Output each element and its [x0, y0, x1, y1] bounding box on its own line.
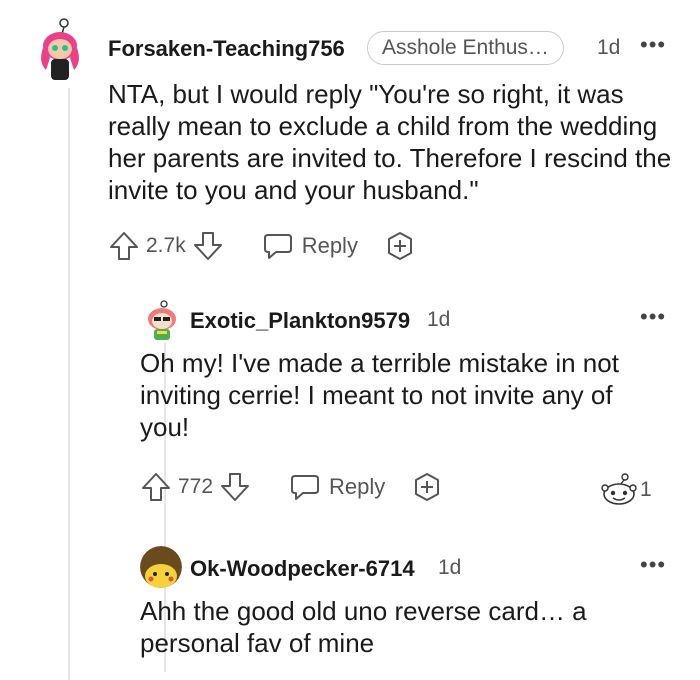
comment-body: Ahh the good old uno reverse card… a per… — [140, 596, 587, 658]
upvote-icon[interactable] — [108, 230, 140, 262]
add-award-icon[interactable] — [384, 230, 416, 262]
avatar[interactable] — [34, 18, 86, 80]
reply-label: Reply — [301, 233, 358, 258]
reply-label: Reply — [329, 474, 386, 499]
avatar-image — [140, 546, 182, 588]
award-display[interactable]: 1 — [600, 473, 658, 507]
username[interactable]: Forsaken-Teaching756 — [108, 36, 345, 62]
award-count: 1 — [640, 478, 652, 501]
timestamp: 1d — [597, 36, 621, 59]
comment-actions: 772 Reply — [140, 471, 443, 503]
more-options-icon[interactable]: ••• — [640, 306, 666, 328]
speech-bubble-icon — [262, 231, 294, 261]
comment-actions: 2.7k Reply — [108, 230, 416, 262]
comment-body: Oh my! I've made a terrible mistake in n… — [140, 348, 619, 442]
reply-button[interactable]: Reply — [262, 231, 358, 261]
vote-count: 772 — [178, 475, 214, 498]
timestamp: 1d — [438, 556, 462, 579]
upvote-icon[interactable] — [140, 471, 172, 503]
more-options-icon[interactable]: ••• — [640, 34, 666, 56]
avatar-image — [41, 18, 79, 80]
avatar[interactable] — [142, 300, 182, 340]
reply-button[interactable]: Reply — [289, 472, 385, 502]
avatar-image — [148, 300, 176, 340]
downvote-icon[interactable] — [219, 471, 251, 503]
thread-line — [68, 88, 70, 680]
comment-body: NTA, but I would reply "You're so right,… — [108, 79, 672, 205]
username[interactable]: Ok-Woodpecker-6714 — [190, 556, 415, 582]
more-options-icon[interactable]: ••• — [640, 554, 666, 576]
username[interactable]: Exotic_Plankton9579 — [190, 308, 410, 334]
timestamp: 1d — [427, 308, 451, 331]
speech-bubble-icon — [289, 472, 321, 502]
add-award-icon[interactable] — [411, 471, 443, 503]
snoo-award-icon — [600, 473, 638, 507]
avatar[interactable] — [140, 546, 182, 588]
user-flair: Asshole Enthus… — [367, 31, 564, 65]
vote-count: 2.7k — [146, 234, 186, 257]
downvote-icon[interactable] — [192, 230, 224, 262]
